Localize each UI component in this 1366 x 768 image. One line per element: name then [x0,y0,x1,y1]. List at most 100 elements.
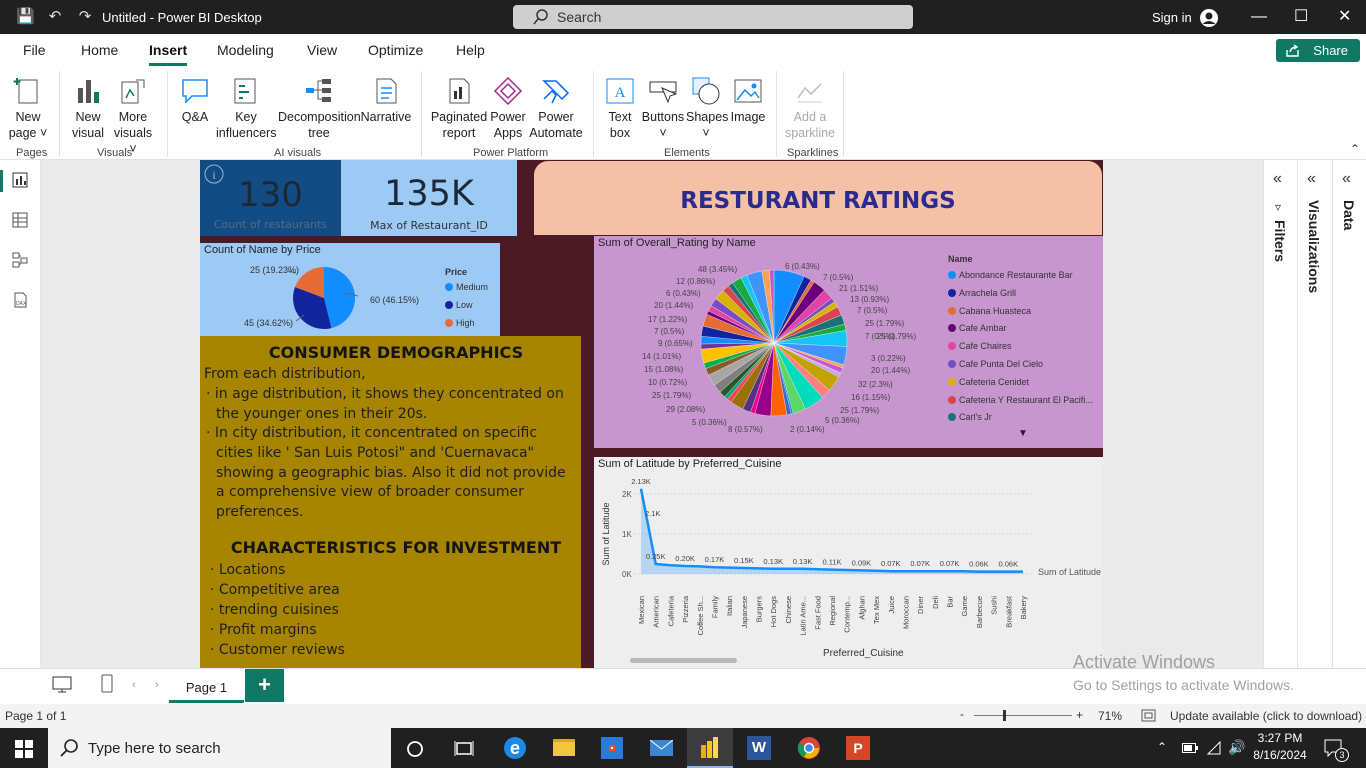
pie2-data-label: 48 (3.45%) [698,265,738,274]
new-visual-button[interactable]: New visual [70,76,106,141]
taskbar-search[interactable]: Type here to search [48,728,391,768]
pie2-legend-item[interactable]: Cabana Huasteca [948,306,1031,316]
visualizations-pane[interactable]: « Visualizations [1298,170,1332,668]
y-tick-label: 0K [622,570,632,579]
sign-in-link[interactable]: Sign in [1152,10,1192,25]
mobile-layout-icon[interactable] [100,674,114,694]
key-influencers-button[interactable]: Key influencers [216,76,276,141]
collapse-ribbon-icon[interactable]: ⌃ [1350,142,1360,156]
card-count-restaurants[interactable]: i 130 Count of restaurants [200,160,341,236]
volume-icon[interactable]: 🔊 [1228,739,1245,756]
edge-icon[interactable]: e [504,737,526,759]
file-explorer-icon[interactable] [553,739,575,756]
power-apps-button[interactable]: Power Apps [488,76,528,141]
task-view-icon[interactable] [454,740,474,757]
update-available-link[interactable]: Update available (click to download) [1170,709,1362,723]
pie1-legend-low[interactable]: Low [445,300,473,310]
menu-modeling[interactable]: Modeling [217,42,274,58]
pie1-legend-medium[interactable]: Medium [445,282,488,292]
desktop-layout-icon[interactable] [52,676,72,694]
paginated-report-button[interactable]: Paginated report [430,76,488,141]
decomposition-tree-button[interactable]: Decomposition tree [278,76,361,141]
pie1-legend-high[interactable]: High [445,318,475,328]
prev-page-icon[interactable]: ‹ [132,679,136,691]
clock[interactable]: 3:27 PM 8/16/2024 [1250,731,1310,762]
image-button[interactable]: Image [728,76,768,125]
mail-icon[interactable] [649,739,674,756]
pie2-legend-item[interactable]: Arrachela Grill [948,288,1016,298]
more-visuals-button[interactable]: More visuals ˅ [110,76,156,157]
expand-filters-icon[interactable]: « [1273,170,1282,188]
expand-visualizations-icon[interactable]: « [1307,170,1316,188]
expand-data-icon[interactable]: « [1342,170,1351,188]
filters-pane[interactable]: « ▿ Filters [1264,170,1298,668]
pie-rating-visual[interactable]: Sum of Overall_Rating by Name Name ▼ 48 … [594,236,1103,448]
card-max-restaurant-id[interactable]: 135K Max of Restaurant_ID [341,160,517,236]
insights-text-box[interactable]: CONSUMER DEMOGRAPHICS From each distribu… [200,336,581,668]
store-icon[interactable] [601,737,623,759]
minimize-icon[interactable]: — [1251,8,1267,26]
next-page-icon[interactable]: › [155,679,159,691]
fit-to-page-icon[interactable] [1141,709,1156,722]
title-bar: 💾 ↶ ↷ Untitled - Power BI Desktop Search… [0,0,1366,34]
close-icon[interactable]: ✕ [1338,6,1351,26]
data-pane[interactable]: « Data [1333,170,1366,668]
data-label: 0.07K [881,559,901,568]
text-box-button[interactable]: A Text box [602,76,638,141]
chrome-icon[interactable] [797,736,821,760]
menu-home[interactable]: Home [81,42,118,58]
shapes-button[interactable]: Shapes ˅ [686,76,728,141]
pie-price-visual[interactable]: Count of Name by Price 60 (46.15%) 45 (3… [200,243,500,336]
undo-icon[interactable]: ↶ [46,9,64,25]
maximize-icon[interactable]: ☐ [1294,6,1308,26]
menu-optimize[interactable]: Optimize [368,42,423,58]
redo-icon[interactable]: ↷ [76,9,94,25]
power-automate-label-2: Automate [529,126,583,140]
power-bi-taskbar-button[interactable] [687,728,733,768]
new-page-button[interactable]: New page ˅ [8,76,48,141]
legend-scroll-down-icon[interactable]: ▼ [1018,428,1028,439]
zoom-in-button[interactable]: + [1076,708,1083,722]
menu-help[interactable]: Help [456,42,485,58]
share-button[interactable]: Share [1276,39,1360,62]
windows-start-icon[interactable] [15,740,33,758]
pie2-legend-item[interactable]: Carl's Jr [948,412,992,422]
add-page-button[interactable]: + [245,669,284,702]
menu-insert[interactable]: Insert [149,42,187,58]
narrative-button[interactable]: Narrative [360,76,412,125]
add-sparkline-button[interactable]: Add a sparkline [784,76,836,141]
menu-view[interactable]: View [307,42,337,58]
pie2-legend-item[interactable]: Cafe Punta Del Cielo [948,359,1043,369]
pie2-legend-item[interactable]: Cafe Ambar [948,323,1007,333]
zoom-out-button[interactable]: - [960,707,964,721]
horizontal-scrollbar[interactable] [630,658,737,663]
zoom-slider-thumb[interactable] [1003,710,1006,721]
table-view-icon[interactable] [12,212,28,228]
word-icon[interactable]: W [747,736,771,760]
key-influencers-icon [234,78,256,104]
menu-file[interactable]: File [23,42,46,58]
tray-chevron-icon[interactable]: ⌃ [1157,740,1167,754]
image-icon [734,79,762,103]
save-icon[interactable]: 💾 [16,9,35,25]
battery-icon[interactable] [1182,743,1198,753]
title-banner[interactable]: RESTURANT RATINGS [534,161,1102,235]
report-view-icon[interactable] [12,172,28,188]
powerpoint-icon[interactable]: P [846,736,870,760]
pie2-legend-item[interactable]: Cafe Chaires [948,341,1012,351]
power-automate-button[interactable]: Power Automate [528,76,584,141]
search-box[interactable]: Search [513,5,913,29]
buttons-button[interactable]: Buttons ˅ [640,76,686,141]
cortana-icon[interactable] [406,740,424,758]
account-icon[interactable] [1199,8,1219,28]
zoom-slider[interactable] [974,715,1072,716]
tab-page-1[interactable]: Page 1 [169,669,244,703]
qa-button[interactable]: Q&A [178,76,212,125]
model-view-icon[interactable] [12,252,28,268]
pie2-legend-item[interactable]: Cafeteria Cenidet [948,377,1029,387]
wifi-icon[interactable] [1206,740,1222,756]
area-latitude-visual[interactable]: Sum of Latitude by Preferred_Cuisine 0K 1… [594,457,1103,668]
pie2-legend-item[interactable]: Cafeteria Y Restaurant El Pacifi... [948,395,1093,405]
dax-query-view-icon[interactable]: DAX [12,292,28,308]
pie2-legend-item[interactable]: Abondance Restaurante Bar [948,270,1073,280]
